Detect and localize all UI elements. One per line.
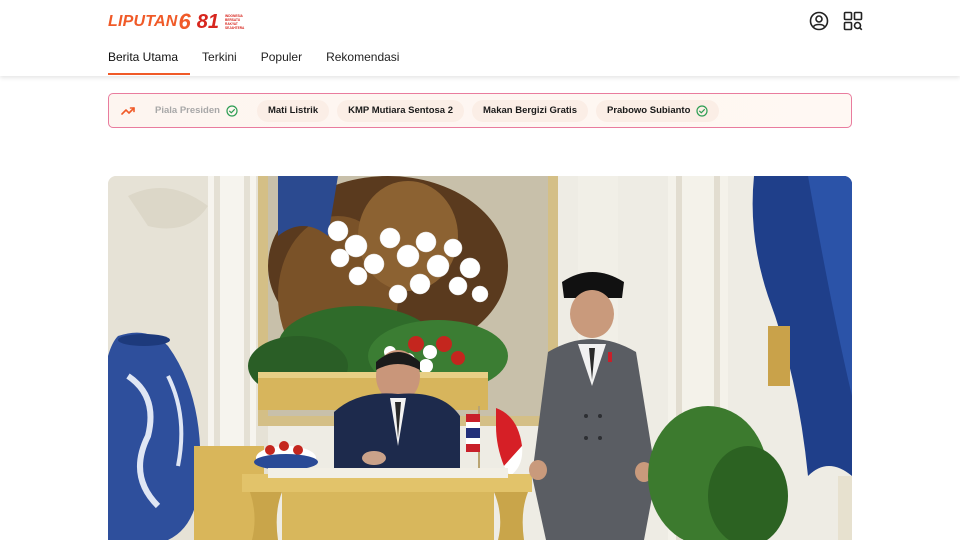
trending-chip-makan-bergizi[interactable]: Makan Bergizi Gratis xyxy=(472,99,588,122)
chip-label: KMP Mutiara Sentosa 2 xyxy=(348,105,453,116)
trending-topics-bar: Piala Presiden Mati Listrik KMP Mutiara … xyxy=(108,93,852,128)
verified-check-icon xyxy=(226,104,238,117)
trending-chip-mati-listrik[interactable]: Mati Listrik xyxy=(256,99,330,122)
site-logo[interactable]: LIPUTAN 6 81 INDONESIA BERSATU RAKYAT SE… xyxy=(108,10,244,34)
chip-label: Mati Listrik xyxy=(267,105,319,116)
tab-rekomendasi[interactable]: Rekomendasi xyxy=(326,45,399,75)
tab-terkini[interactable]: Terkini xyxy=(202,45,237,75)
headline-photo[interactable] xyxy=(108,176,852,540)
trending-chip-piala-presiden[interactable]: Piala Presiden xyxy=(151,100,249,122)
trending-up-icon xyxy=(121,106,135,115)
header-actions xyxy=(809,11,863,31)
anniversary-mark: 81 xyxy=(196,11,220,33)
logo-wordmark: LIPUTAN xyxy=(108,13,178,30)
anniversary-tagline: INDONESIA BERSATU RAKYAT SEJAHTERA xyxy=(225,14,245,30)
site-header: LIPUTAN 6 81 INDONESIA BERSATU RAKYAT SE… xyxy=(0,0,960,76)
chip-label: Prabowo Subianto xyxy=(606,105,691,116)
tab-populer[interactable]: Populer xyxy=(261,45,302,75)
verified-check-icon xyxy=(696,104,708,117)
logo-number: 6 xyxy=(178,9,191,34)
qr-grid-icon[interactable] xyxy=(843,11,863,31)
state-visit-photo-illustration xyxy=(108,176,852,540)
chip-label: Makan Bergizi Gratis xyxy=(483,105,577,116)
trending-chip-prabowo[interactable]: Prabowo Subianto xyxy=(595,99,720,122)
tab-berita-utama[interactable]: Berita Utama xyxy=(108,45,191,75)
main-nav: Berita Utama Terkini Populer Rekomendasi xyxy=(108,45,423,75)
chip-label: Piala Presiden xyxy=(155,105,220,116)
user-account-icon[interactable] xyxy=(809,11,829,31)
trending-chip-kmp-mutiara[interactable]: KMP Mutiara Sentosa 2 xyxy=(337,99,464,122)
